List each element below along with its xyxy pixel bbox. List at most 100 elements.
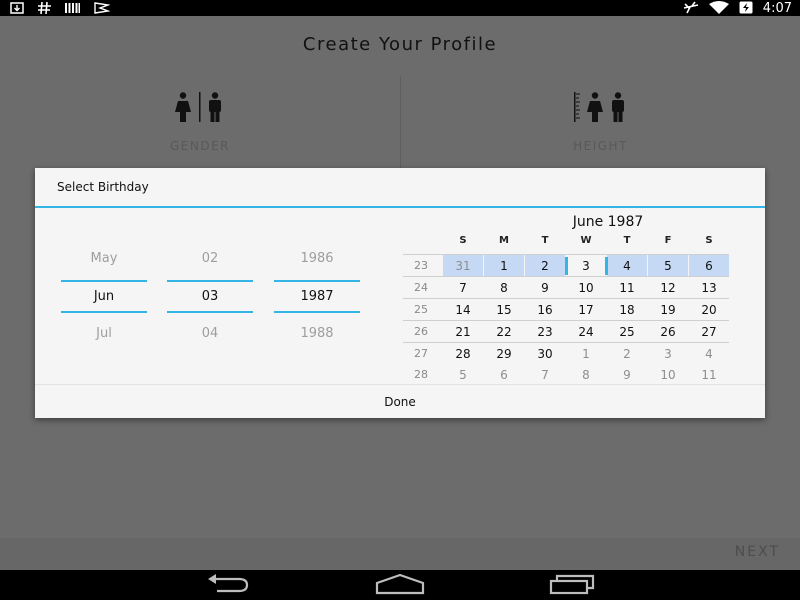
gender-icon — [0, 92, 400, 122]
gender-label: GENDER — [169, 139, 231, 153]
calendar-day[interactable]: 22 — [484, 321, 524, 343]
home-icon[interactable] — [374, 573, 426, 599]
calendar-day[interactable]: 1 — [484, 255, 524, 277]
calendar-day[interactable]: 8 — [566, 364, 606, 382]
calendar-day[interactable]: 26 — [648, 321, 688, 343]
calendar-day[interactable]: 5 — [443, 364, 483, 382]
calendar-day[interactable]: 28 — [443, 343, 483, 365]
calendar-day[interactable]: 3 — [648, 343, 688, 365]
spinner-divider — [274, 280, 360, 282]
select-birthday-dialog: Select Birthday May Jun Jul 02 03 04 198… — [35, 168, 765, 418]
week-number: 24 — [414, 281, 428, 294]
calendar-day[interactable]: 15 — [484, 299, 524, 321]
spinner-divider — [167, 311, 253, 313]
month-prev[interactable]: May — [61, 251, 147, 266]
calendar-day[interactable]: 30 — [525, 343, 565, 365]
calendar-week-row: 27 28 29 30 1 2 3 4 — [403, 342, 729, 364]
calendar-day[interactable]: 17 — [566, 299, 606, 321]
calendar-day[interactable]: 14 — [443, 299, 483, 321]
recents-icon[interactable] — [548, 573, 596, 599]
spinner-divider — [61, 280, 147, 282]
selected-date-marker — [605, 257, 608, 275]
download-icon — [10, 0, 24, 18]
calendar-day[interactable]: 29 — [484, 343, 524, 365]
calendar-day-selected[interactable]: 3 — [566, 255, 606, 277]
calendar-day[interactable]: 7 — [443, 277, 483, 299]
month-spinner[interactable]: May Jun Jul — [61, 246, 147, 341]
calendar-day[interactable]: 27 — [689, 321, 729, 343]
next-button[interactable]: NEXT — [735, 544, 780, 560]
status-bar: 4:07 — [0, 0, 800, 16]
calendar-week-row: 26 21 22 23 24 25 26 27 — [403, 320, 729, 342]
navigation-bar — [0, 570, 800, 600]
calendar-day[interactable]: 18 — [607, 299, 647, 321]
calendar-day[interactable]: 11 — [689, 364, 729, 382]
calendar-day[interactable]: 23 — [525, 321, 565, 343]
calendar-week-row: 23 31 1 2 3 4 5 6 — [403, 254, 729, 277]
calendar-day[interactable]: 7 — [525, 364, 565, 382]
day-next[interactable]: 04 — [167, 326, 253, 341]
calendar-day[interactable]: 1 — [566, 343, 606, 365]
airplane-mode-icon — [683, 0, 699, 18]
back-icon[interactable] — [205, 573, 253, 599]
calendar-day[interactable]: 5 — [648, 255, 688, 277]
calendar-day[interactable]: 6 — [484, 364, 524, 382]
day-spinner[interactable]: 02 03 04 — [167, 246, 253, 341]
dialog-title: Select Birthday — [57, 180, 149, 194]
calendar-day[interactable]: 24 — [566, 321, 606, 343]
weekday-label: S — [459, 235, 467, 246]
calendar-day[interactable]: 8 — [484, 277, 524, 299]
calendar-week-row: 28 5 6 7 8 9 10 11 — [403, 364, 729, 382]
day-current[interactable]: 03 — [167, 289, 253, 304]
day-prev[interactable]: 02 — [167, 251, 253, 266]
year-current[interactable]: 1987 — [274, 289, 360, 304]
calendar-day[interactable]: 9 — [607, 364, 647, 382]
spinner-divider — [61, 311, 147, 313]
calendar-day[interactable]: 19 — [648, 299, 688, 321]
weekday-label: T — [623, 235, 631, 246]
calendar-day[interactable]: 20 — [689, 299, 729, 321]
weekday-label: T — [541, 235, 549, 246]
dialog-button-bar: Done — [35, 384, 765, 418]
page-title: Create Your Profile — [302, 34, 498, 55]
calendar-day[interactable]: 21 — [443, 321, 483, 343]
status-bar-system: 4:07 — [683, 0, 792, 16]
calendar-day[interactable]: 6 — [689, 255, 729, 277]
year-prev[interactable]: 1986 — [274, 251, 360, 266]
calendar-day[interactable]: 11 — [607, 277, 647, 299]
week-number: 27 — [414, 347, 428, 360]
calendar-day[interactable]: 4 — [607, 255, 647, 277]
calendar-day[interactable]: 25 — [607, 321, 647, 343]
calendar-day[interactable]: 4 — [689, 343, 729, 365]
week-number: 25 — [414, 303, 428, 316]
calendar-day[interactable]: 10 — [566, 277, 606, 299]
height-label: HEIGHT — [573, 139, 628, 153]
week-number: 26 — [414, 325, 428, 338]
calendar-week-row: 25 14 15 16 17 18 19 20 — [403, 298, 729, 320]
calendar-day[interactable]: 2 — [607, 343, 647, 365]
spinner-divider — [274, 311, 360, 313]
done-button[interactable]: Done — [35, 395, 765, 409]
battery-charging-icon — [739, 0, 753, 18]
calendar-day[interactable]: 12 — [648, 277, 688, 299]
wifi-icon — [708, 0, 729, 18]
weekday-label: F — [664, 235, 672, 246]
status-bar-notifications — [10, 0, 111, 18]
week-number: 28 — [414, 368, 428, 381]
month-current[interactable]: Jun — [61, 289, 147, 304]
calendar-day[interactable]: 2 — [525, 255, 565, 277]
calendar-day[interactable]: 10 — [648, 364, 688, 382]
calendar-day[interactable]: 31 — [443, 255, 483, 277]
calendar-day[interactable]: 13 — [689, 277, 729, 299]
calendar-day[interactable]: 16 — [525, 299, 565, 321]
year-next[interactable]: 1988 — [274, 326, 360, 341]
barcode-icon — [65, 0, 80, 18]
month-next[interactable]: Jul — [61, 326, 147, 341]
calendar-day[interactable]: 9 — [525, 277, 565, 299]
weekday-label: M — [499, 235, 509, 246]
dialog-divider — [35, 206, 765, 208]
week-number: 23 — [414, 259, 428, 272]
year-spinner[interactable]: 1986 1987 1988 — [274, 246, 360, 341]
height-icon — [401, 92, 800, 122]
calendar-month-title: June 1987 — [572, 214, 644, 230]
